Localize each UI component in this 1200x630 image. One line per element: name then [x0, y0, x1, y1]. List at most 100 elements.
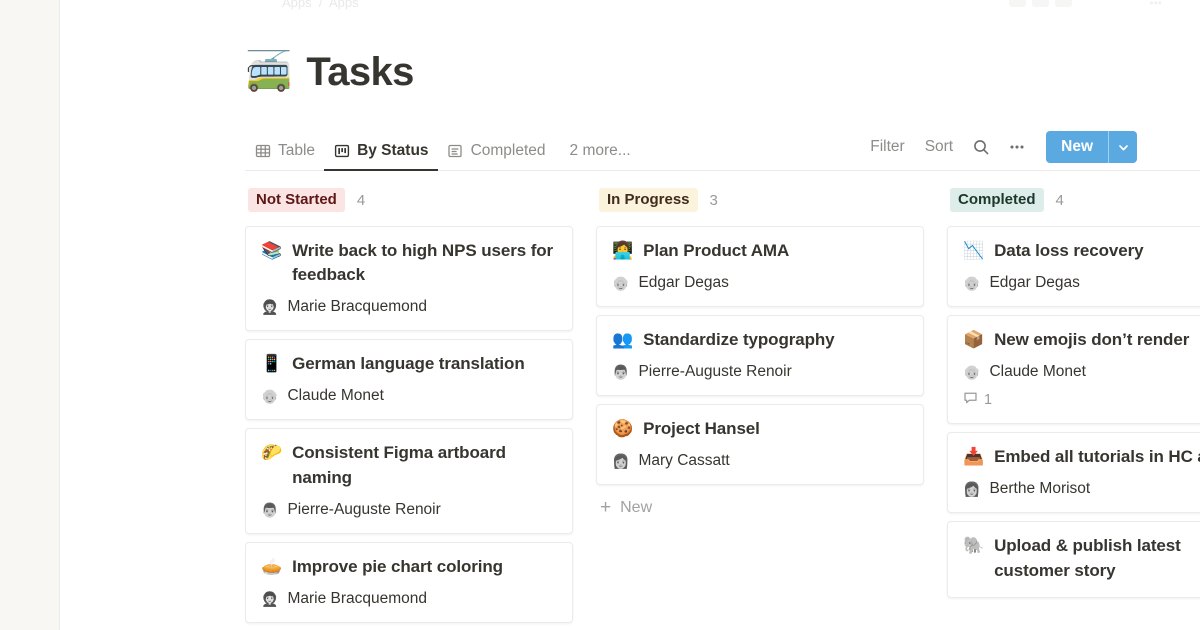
avatar: 👴	[963, 365, 980, 379]
task-card[interactable]: 🥧 Improve pie chart coloring 👩🏻‍🦱Marie Bra…	[245, 542, 573, 623]
column-count: 4	[357, 192, 365, 209]
assignee-name: Claude Monet	[287, 387, 384, 405]
task-card-title: 📉Data loss recovery	[963, 239, 1200, 263]
plus-icon: +	[600, 498, 611, 517]
task-title-text: Project Hansel	[643, 417, 760, 441]
sidebar-collapsed-strip[interactable]	[0, 0, 60, 630]
task-title-text: Plan Product AMA	[643, 239, 789, 263]
status-badge[interactable]: Not Started	[248, 188, 345, 212]
task-card-title: 📥 Embed all tutorials in HC articles	[963, 445, 1200, 469]
tab-completed[interactable]: Completed	[438, 142, 555, 171]
task-title-text: Write back to high NPS users for feedbac…	[292, 239, 557, 287]
assignee-name: Pierre-Auguste Renoir	[287, 501, 440, 519]
search-icon[interactable]	[966, 133, 996, 161]
column-count: 3	[710, 192, 718, 209]
task-assignee: 👩Mary Cassatt	[612, 452, 908, 470]
pie-icon: 🥧	[261, 555, 282, 579]
woman-technologist-icon: 👩‍💻	[612, 239, 633, 263]
task-assignee: 👩Berthe Morisot	[963, 480, 1200, 498]
column-count: 4	[1056, 192, 1064, 209]
tab-by-status-label: By Status	[357, 142, 429, 160]
filter-button[interactable]: Filter	[863, 134, 911, 160]
task-title-text: Standardize typography	[643, 328, 834, 352]
table-icon	[254, 143, 271, 160]
task-card[interactable]: 👥Standardize typography👨Pierre-Auguste R…	[596, 315, 924, 396]
status-badge[interactable]: Completed	[950, 188, 1044, 212]
add-card-button[interactable]: +New	[596, 498, 924, 517]
task-card[interactable]: 🐘 Upload & publish latest customer story	[947, 521, 1200, 597]
task-card-title: 🌮 Consistent Figma artboard naming	[261, 441, 557, 489]
avatar: 👩	[963, 482, 980, 496]
books-icon: 📚	[261, 239, 282, 263]
task-card[interactable]: 📥 Embed all tutorials in HC articles 👩Bert…	[947, 432, 1200, 513]
taco-icon: 🌮	[261, 441, 282, 465]
assignee-name: Mary Cassatt	[638, 452, 729, 470]
task-title-text: Upload & publish latest customer story	[994, 534, 1200, 582]
task-assignee: 👩🏻‍🦱Marie Bracquemond	[261, 590, 557, 608]
sort-button[interactable]: Sort	[918, 134, 960, 160]
task-card-title: 🐘 Upload & publish latest customer story	[963, 534, 1200, 582]
task-card[interactable]: 📚 Write back to high NPS users for feedba…	[245, 226, 573, 331]
new-button[interactable]: New	[1046, 131, 1108, 163]
avatar: 👨	[612, 365, 629, 379]
topbar-buttons-ghost	[1009, 0, 1072, 7]
inbox-tray-icon: 📥	[963, 445, 984, 469]
task-assignee: 👨Pierre-Auguste Renoir	[261, 501, 557, 519]
main-content: Apps / Apps ••• 🚎 Tasks	[60, 0, 1200, 630]
status-badge[interactable]: In Progress	[599, 188, 698, 212]
new-button-group: New	[1046, 131, 1137, 163]
task-card[interactable]: 📉Data loss recovery 👴Edgar Degas	[947, 226, 1200, 307]
board-column: Completed4📉Data loss recovery👴Edgar Dega…	[947, 185, 1200, 630]
task-title-text: German language translation	[292, 352, 525, 376]
task-card[interactable]: 📦New emojis don’t render 👴 Claude Monet 1	[947, 315, 1200, 424]
board-icon	[333, 143, 350, 160]
page-title: Tasks	[306, 50, 413, 94]
app-window: Apps / Apps ••• 🚎 Tasks	[0, 0, 1200, 630]
view-actions: Filter Sort New	[863, 131, 1137, 163]
task-comment-count[interactable]: 1	[963, 390, 1200, 409]
avatar: 👩🏻‍🦱	[261, 592, 278, 606]
chevron-down-icon[interactable]	[1108, 131, 1137, 163]
chart-decreasing-icon: 📉	[963, 239, 984, 263]
task-card-title: 📦New emojis don’t render	[963, 328, 1200, 352]
column-cards: 📉Data loss recovery👴Edgar Degas📦New emoj…	[947, 226, 1200, 598]
comment-count-value: 1	[984, 392, 992, 408]
trolleybus-icon: 🚎	[245, 53, 292, 91]
task-card[interactable]: 🌮 Consistent Figma artboard naming 👨Pierre…	[245, 428, 573, 533]
assignee-name: Claude Monet	[989, 363, 1086, 381]
page-header: 🚎 Tasks	[245, 50, 414, 94]
task-card-title: 👥Standardize typography	[612, 328, 908, 352]
view-tabs: Table By Status	[245, 126, 640, 171]
task-assignee: 👴 Claude Monet	[963, 363, 1200, 381]
task-card-title: 🍪Project Hansel	[612, 417, 908, 441]
board-column: Not Started 4 📚 Write back to high NPS user…	[245, 185, 573, 630]
task-card-title: 👩‍💻 Plan Product AMA	[612, 239, 908, 263]
task-title-text: Embed all tutorials in HC articles	[994, 445, 1200, 469]
task-card[interactable]: 📱German language translation👴Claude Mone…	[245, 339, 573, 420]
task-title-text: Improve pie chart coloring	[292, 555, 503, 579]
avatar: 👩🏻‍🦱	[261, 300, 278, 314]
task-assignee: 👩🏻‍🦱 Marie Bracquemond	[261, 298, 557, 316]
topbar-cropped: Apps / Apps •••	[60, 0, 1200, 10]
task-title-text: Consistent Figma artboard naming	[292, 441, 557, 489]
breadcrumb-ghost: Apps / Apps	[282, 0, 359, 10]
column-cards: 📚 Write back to high NPS users for feedba…	[245, 226, 573, 623]
column-header: Not Started 4	[245, 185, 573, 215]
task-card[interactable]: 🍪Project Hansel 👩Mary Cassatt	[596, 404, 924, 485]
tabs-overflow[interactable]: 2 more...	[561, 142, 640, 171]
assignee-name: Edgar Degas	[989, 274, 1079, 292]
tab-table[interactable]: Table	[245, 142, 324, 171]
task-card-title: 📚 Write back to high NPS users for feedba…	[261, 239, 557, 287]
view-toolbar: Table By Status	[245, 126, 1200, 171]
task-card[interactable]: 👩‍💻Plan Product AMA👴Edgar Degas	[596, 226, 924, 307]
task-title-text: New emojis don’t render	[994, 328, 1189, 352]
elephant-icon: 🐘	[963, 534, 984, 558]
tab-by-status[interactable]: By Status	[324, 142, 438, 171]
column-header: In Progress 3	[596, 185, 924, 215]
mobile-phone-icon: 📱	[261, 352, 282, 376]
ellipsis-icon[interactable]	[1002, 133, 1032, 161]
column-cards: 👩‍💻Plan Product AMA👴Edgar Degas👥Standard…	[596, 226, 924, 485]
comment-icon	[963, 390, 978, 409]
assignee-name: Marie Bracquemond	[287, 298, 427, 316]
task-assignee: 👴Edgar Degas	[963, 274, 1200, 292]
